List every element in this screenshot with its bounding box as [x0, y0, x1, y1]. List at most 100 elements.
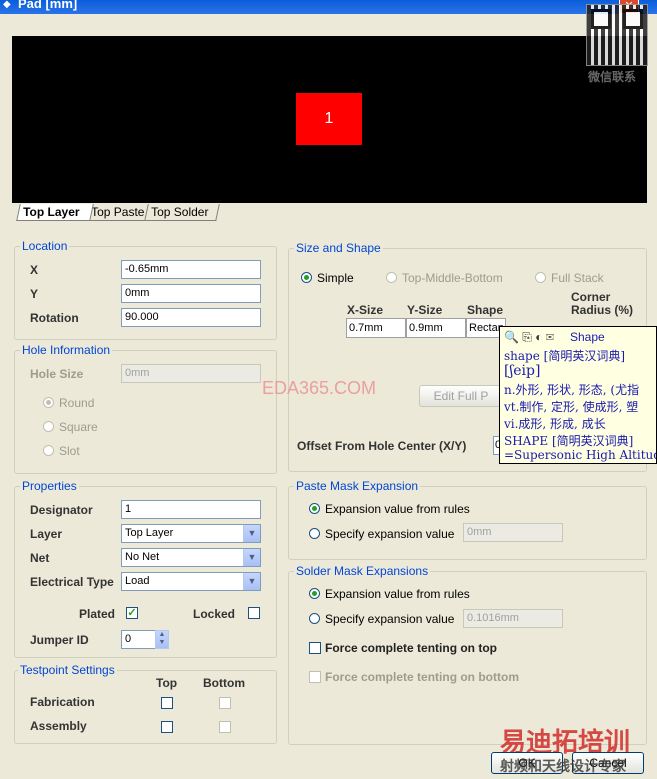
designator-input[interactable]: 1 [121, 500, 261, 519]
paste-specify-label: Specify expansion value [325, 527, 455, 541]
paste-value-input[interactable]: 0mm [463, 523, 563, 542]
fabrication-top-checkbox[interactable] [161, 697, 173, 709]
tab-top-solder[interactable]: Top Solder [144, 204, 220, 221]
properties-legend: Properties [20, 479, 79, 493]
solder-specify-label: Specify expansion value [325, 612, 455, 626]
slot-radio[interactable] [43, 445, 54, 456]
y-size-header: Y-Size [407, 303, 443, 317]
shape-header: Shape [467, 303, 504, 317]
full-stack-radio[interactable] [535, 272, 546, 283]
jumper-id-label: Jumper ID [30, 633, 89, 647]
rotation-label: Rotation [30, 311, 79, 325]
round-label: Round [59, 396, 95, 410]
square-radio[interactable] [43, 421, 54, 432]
paste-mask-legend: Paste Mask Expansion [294, 479, 421, 493]
electrical-type-label: Electrical Type [30, 575, 114, 589]
dictionary-popup: 🔍 ⎘ ◐ ✉ Shape shape [简明英汉词典] [ʃeip] n.外形… [499, 326, 657, 464]
layer-value: Top Layer [125, 527, 174, 539]
tmb-label: Top-Middle-Bottom [402, 271, 503, 285]
hole-size-input[interactable]: 0mm [121, 364, 261, 383]
edit-full-pad-button[interactable]: Edit Full P [419, 385, 503, 407]
hole-size-label: Hole Size [30, 367, 84, 381]
solder-value-input[interactable]: 0.1016mm [463, 609, 563, 628]
fabrication-label: Fabrication [30, 695, 95, 709]
full-stack-label: Full Stack [551, 271, 604, 285]
fabrication-bottom-checkbox[interactable] [219, 697, 231, 709]
pad-shape: 1 [296, 93, 362, 145]
layer-label: Layer [30, 527, 63, 541]
simple-label: Simple [317, 271, 354, 285]
solder-mask-legend: Solder Mask Expansions [294, 564, 431, 578]
popup-line7: =Supersonic High Altitude [504, 448, 657, 462]
net-select[interactable]: No Net ▼ [121, 548, 261, 567]
pad-app-icon: ◆ [3, 0, 11, 10]
popup-title: Shape [570, 330, 605, 344]
x-input[interactable]: -0.65mm [121, 260, 261, 279]
popup-line2: [ʃeip] [504, 363, 541, 379]
electrical-type-select[interactable]: Load ▼ [121, 572, 261, 591]
qr-code-watermark [586, 4, 648, 66]
solder-from-rules-radio[interactable] [309, 588, 320, 599]
electrical-type-value: Load [125, 575, 150, 587]
square-label: Square [59, 420, 98, 434]
x-size-header: X-Size [347, 303, 384, 317]
popup-toolbar-icons[interactable]: 🔍 ⎘ ◐ ✉ [504, 330, 554, 345]
solder-specify-radio[interactable] [309, 613, 320, 624]
y-label: Y [30, 287, 39, 301]
x-size-cell[interactable]: 0.7mm [346, 318, 406, 338]
y-input[interactable]: 0mm [121, 284, 261, 303]
simple-radio[interactable] [301, 272, 312, 283]
tent-top-checkbox[interactable] [309, 642, 321, 654]
popup-line5: vi.成形, 形成, 成长 [504, 417, 606, 431]
paste-specify-radio[interactable] [309, 528, 320, 539]
chevron-down-icon[interactable]: ▼ [243, 549, 260, 566]
slot-label: Slot [59, 444, 80, 458]
jumper-id-stepper[interactable]: ▲ ▼ [155, 630, 169, 649]
assembly-top-checkbox[interactable] [161, 721, 173, 733]
layer-select[interactable]: Top Layer ▼ [121, 524, 261, 543]
window-title: Pad [mm] [18, 0, 78, 11]
assembly-label: Assembly [30, 719, 87, 733]
size-shape-legend: Size and Shape [294, 241, 383, 255]
eda365-watermark: EDA365.COM [262, 378, 377, 398]
y-size-cell[interactable]: 0.9mm [406, 318, 466, 338]
locked-label: Locked [193, 607, 236, 621]
tab-top-layer[interactable]: Top Layer [16, 204, 94, 221]
location-legend: Location [20, 239, 70, 253]
popup-line6: SHAPE [简明英汉词典] [504, 434, 634, 448]
locked-checkbox[interactable] [248, 607, 260, 619]
tent-bottom-label: Force complete tenting on bottom [325, 670, 519, 684]
popup-line1: shape [简明英汉词典] [504, 349, 626, 363]
offset-label: Offset From Hole Center (X/Y) [297, 439, 467, 453]
popup-line4: vt.制作, 定形, 使成形, 塑 [504, 400, 639, 414]
corner-header: Corner [571, 290, 611, 304]
tmb-radio[interactable] [386, 272, 397, 283]
hole-info-legend: Hole Information [20, 343, 113, 357]
testpoint-legend: Testpoint Settings [18, 663, 117, 677]
jumper-id-input[interactable]: 0 [121, 630, 157, 649]
tab-top-paste[interactable]: Top Paste [84, 204, 154, 221]
testpoint-top-header: Top [156, 676, 178, 690]
tent-bottom-checkbox[interactable] [309, 671, 321, 683]
solder-from-rules-label: Expansion value from rules [325, 587, 470, 601]
radius-header: Radius (%) [571, 303, 634, 317]
chevron-down-icon[interactable]: ▼ [243, 573, 260, 590]
testpoint-bottom-header: Bottom [203, 676, 245, 690]
round-radio[interactable] [43, 397, 54, 408]
plated-label: Plated [79, 607, 116, 621]
title-bar: ◆ Pad [mm] ✕ [0, 0, 657, 14]
assembly-bottom-checkbox[interactable] [219, 721, 231, 733]
designator-label: Designator [30, 503, 93, 517]
x-label: X [30, 263, 39, 277]
tent-top-label: Force complete tenting on top [325, 641, 498, 655]
qr-caption: 微信联系 [588, 70, 637, 84]
chevron-down-icon[interactable]: ▼ [243, 525, 260, 542]
rotation-input[interactable]: 90.000 [121, 308, 261, 327]
paste-from-rules-radio[interactable] [309, 503, 320, 514]
paste-from-rules-label: Expansion value from rules [325, 502, 470, 516]
brand-sub-watermark: 射频和天线设计专家 [500, 758, 626, 774]
plated-checkbox[interactable]: ✓ [126, 607, 138, 619]
popup-line3: n.外形, 形状, 形态, (尤指 [504, 383, 640, 397]
net-value: No Net [125, 551, 160, 563]
net-label: Net [30, 551, 50, 565]
